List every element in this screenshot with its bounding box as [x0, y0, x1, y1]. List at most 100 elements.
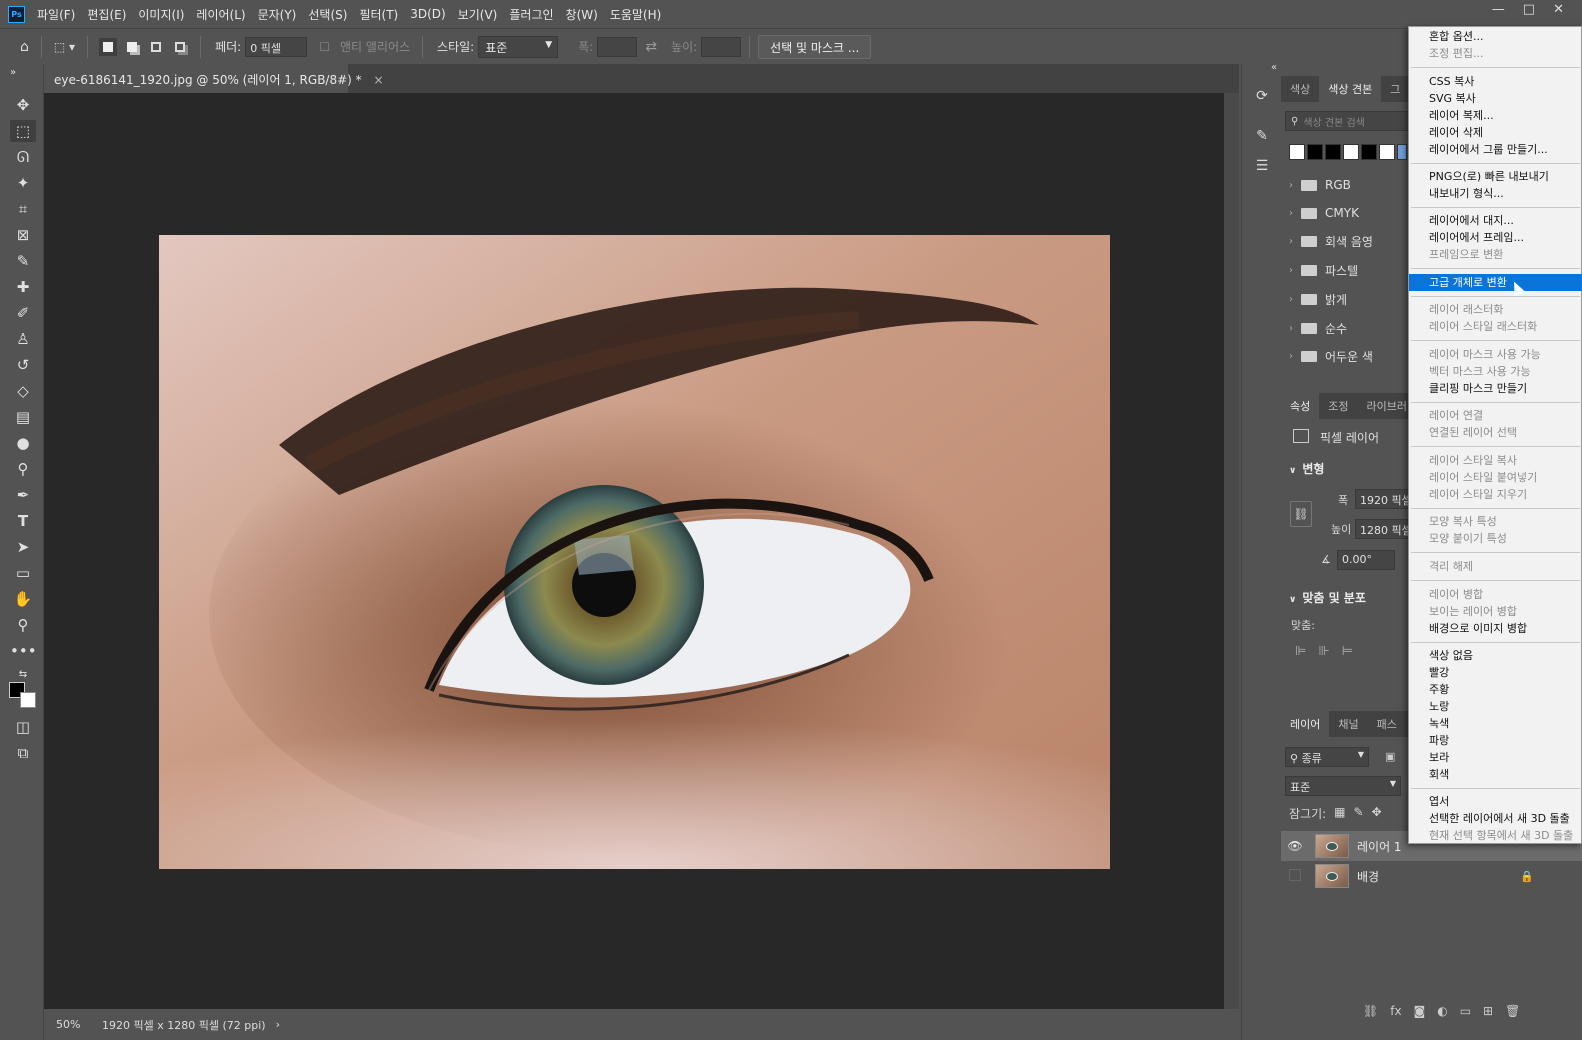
tab-color[interactable]: 색상 — [1281, 76, 1319, 102]
swatch[interactable] — [1379, 144, 1395, 160]
lock-position-icon[interactable]: ✥ — [1372, 805, 1382, 822]
menu-item-blending-options[interactable]: 혼합 옵션... — [1409, 28, 1582, 45]
menu-item-new-3d-extrusion-selection[interactable]: 현재 선택 항목에서 새 3D 돌출 — [1409, 827, 1582, 844]
swatch[interactable] — [1307, 144, 1323, 160]
eraser-tool-icon[interactable]: ◇ — [10, 380, 36, 402]
swatch-search-input[interactable]: 색상 견본 검색 — [1303, 114, 1365, 129]
canvas-area[interactable] — [44, 93, 1224, 1009]
menu-item-select-linked-layers[interactable]: 연결된 레이어 선택 — [1409, 424, 1582, 441]
menu-image[interactable]: 이미지(I) — [138, 6, 184, 23]
move-tool-icon[interactable]: ✥ — [10, 94, 36, 116]
menu-3d[interactable]: 3D(D) — [410, 7, 445, 21]
menu-item-copy-svg[interactable]: SVG 복사 — [1409, 90, 1582, 107]
layer-row[interactable]: 배경 🔒 — [1281, 861, 1582, 891]
menu-item-color-orange[interactable]: 주황 — [1409, 681, 1582, 698]
menu-item-convert-to-frame[interactable]: 프레임으로 변환 — [1409, 246, 1582, 263]
menu-item-copy-shape-attributes[interactable]: 모양 복사 특성 — [1409, 513, 1582, 530]
tab-properties[interactable]: 속성 — [1281, 393, 1320, 419]
menu-item-link-layers[interactable]: 레이어 연결 — [1409, 407, 1582, 424]
tab-channels[interactable]: 채널 — [1329, 711, 1367, 737]
menu-select[interactable]: 선택(S) — [308, 6, 347, 23]
menu-item-paste-shape-attributes[interactable]: 모양 붙이기 특성 — [1409, 530, 1582, 547]
swatch-search-box[interactable]: ⚲ 색상 견본 검색 — [1285, 111, 1409, 131]
menu-item-color-green[interactable]: 녹색 — [1409, 715, 1582, 732]
angle-input[interactable]: 0.00° — [1337, 550, 1395, 570]
menu-item-artboard-from-layers[interactable]: 레이어에서 대지... — [1409, 212, 1582, 229]
swatch[interactable] — [1397, 144, 1407, 160]
brush-tool-icon[interactable]: ✐ — [10, 302, 36, 324]
marquee-tool-icon[interactable]: ⬚ — [10, 120, 36, 142]
visibility-toggle[interactable] — [1281, 868, 1309, 884]
menu-item-frame-from-layers[interactable]: 레이어에서 프레임... — [1409, 229, 1582, 246]
maximize-button[interactable]: □ — [1523, 2, 1535, 17]
menu-item-clear-layer-style[interactable]: 레이어 스타일 지우기 — [1409, 486, 1582, 503]
history-brush-tool-icon[interactable]: ↺ — [10, 354, 36, 376]
menu-item-copy-layer-style[interactable]: 레이어 스타일 복사 — [1409, 452, 1582, 469]
magic-wand-tool-icon[interactable]: ✦ — [10, 172, 36, 194]
zoom-level[interactable]: 50% — [56, 1018, 100, 1031]
menu-item-color-blue[interactable]: 파랑 — [1409, 732, 1582, 749]
brush-settings-panel-icon[interactable]: ✎ — [1252, 128, 1272, 148]
gradient-tool-icon[interactable]: ▤ — [10, 406, 36, 428]
menu-filter[interactable]: 필터(T) — [359, 6, 398, 23]
menu-layer[interactable]: 레이어(L) — [196, 6, 245, 23]
new-selection-icon[interactable] — [99, 37, 118, 56]
menu-item-edit-adjustment[interactable]: 조정 편집... — [1409, 45, 1582, 62]
height-input[interactable] — [701, 36, 742, 57]
layer-name[interactable]: 레이어 1 — [1357, 838, 1402, 855]
menu-item-color-gray[interactable]: 회색 — [1409, 766, 1582, 783]
menu-item-new-3d-extrusion-layer[interactable]: 선택한 레이어에서 새 3D 돌출 — [1409, 810, 1582, 827]
lock-pixels-icon[interactable]: ✎ — [1354, 805, 1364, 822]
tab-swatches[interactable]: 색상 견본 — [1319, 76, 1382, 102]
blend-mode-select[interactable]: 표준 ▼ — [1285, 776, 1401, 796]
menu-item-enable-layer-mask[interactable]: 레이어 마스크 사용 가능 — [1409, 346, 1582, 363]
swatch[interactable] — [1325, 144, 1341, 160]
menu-item-convert-to-smart-object[interactable]: 고급 개체로 변환 — [1409, 274, 1582, 291]
menu-item-quick-export-png[interactable]: PNG으(로) 빠른 내보내기 — [1409, 168, 1582, 185]
menu-item-rasterize-layer[interactable]: 레이어 래스터화 — [1409, 301, 1582, 318]
layer-filter-select[interactable]: ⚲ 종류 ▼ — [1285, 747, 1369, 767]
path-selection-tool-icon[interactable]: ➤ — [10, 536, 36, 558]
height-input[interactable]: 1280 픽셀 — [1355, 519, 1412, 539]
lasso-tool-icon[interactable]: ᘏ — [10, 146, 36, 168]
width-input[interactable]: 1920 픽셀 — [1355, 489, 1412, 509]
image-filter-icon[interactable]: ▣ — [1385, 750, 1395, 763]
collapse-icon[interactable]: » — [6, 62, 20, 84]
history-panel-icon[interactable]: ⟳ — [1252, 88, 1272, 108]
document-tab[interactable]: eye-6186141_1920.jpg @ 50% (레이어 1, RGB/8… — [44, 64, 384, 93]
tab-layers[interactable]: 레이어 — [1281, 711, 1330, 737]
intersect-selection-icon[interactable] — [171, 38, 189, 56]
menu-item-enable-vector-mask[interactable]: 벡터 마스크 사용 가능 — [1409, 363, 1582, 380]
menu-item-merge-layers[interactable]: 레이어 병합 — [1409, 586, 1582, 603]
new-group-icon[interactable]: ▭ — [1460, 1004, 1471, 1018]
frame-tool-icon[interactable]: ⊠ — [10, 224, 36, 246]
dodge-tool-icon[interactable]: ⚲ — [10, 458, 36, 480]
eyedropper-tool-icon[interactable]: ✎ — [10, 250, 36, 272]
tab-gradients[interactable]: 그 — [1381, 76, 1409, 102]
blur-tool-icon[interactable]: ● — [10, 432, 36, 454]
new-layer-icon[interactable]: ⊞ — [1483, 1004, 1493, 1018]
menu-item-copy-css[interactable]: CSS 복사 — [1409, 73, 1582, 90]
tab-paths[interactable]: 패스 — [1368, 711, 1406, 737]
tab-adjustments[interactable]: 조정 — [1319, 393, 1357, 419]
swap-icon[interactable]: ⇄ — [645, 39, 657, 55]
menu-help[interactable]: 도움말(H) — [610, 6, 662, 23]
screen-mode-icon[interactable]: ⧉ — [10, 742, 36, 764]
feather-input[interactable]: 0 픽셀 — [245, 36, 308, 57]
close-window-button[interactable]: ✕ — [1553, 2, 1564, 17]
subtract-selection-icon[interactable] — [147, 38, 165, 56]
width-input[interactable] — [597, 36, 638, 57]
quick-mask-icon[interactable]: ◫ — [10, 716, 36, 738]
more-tools-icon[interactable]: ••• — [10, 640, 37, 662]
menu-item-duplicate-layer[interactable]: 레이어 복제... — [1409, 107, 1582, 124]
swatch[interactable] — [1343, 144, 1359, 160]
menu-window[interactable]: 창(W) — [566, 6, 598, 23]
lock-transparent-icon[interactable]: ▦ — [1334, 805, 1345, 822]
fx-icon[interactable]: fx — [1390, 1004, 1401, 1018]
link-icon[interactable]: ⛓ — [1290, 501, 1312, 527]
add-mask-icon[interactable]: ◙ — [1414, 1004, 1426, 1018]
adjustments-panel-icon[interactable]: ☰ — [1252, 158, 1272, 178]
select-and-mask-button[interactable]: 선택 및 마스크 ... — [758, 34, 872, 59]
trash-icon[interactable]: 🗑 — [1505, 1004, 1520, 1018]
rectangle-tool-icon[interactable]: ▭ — [10, 562, 36, 584]
